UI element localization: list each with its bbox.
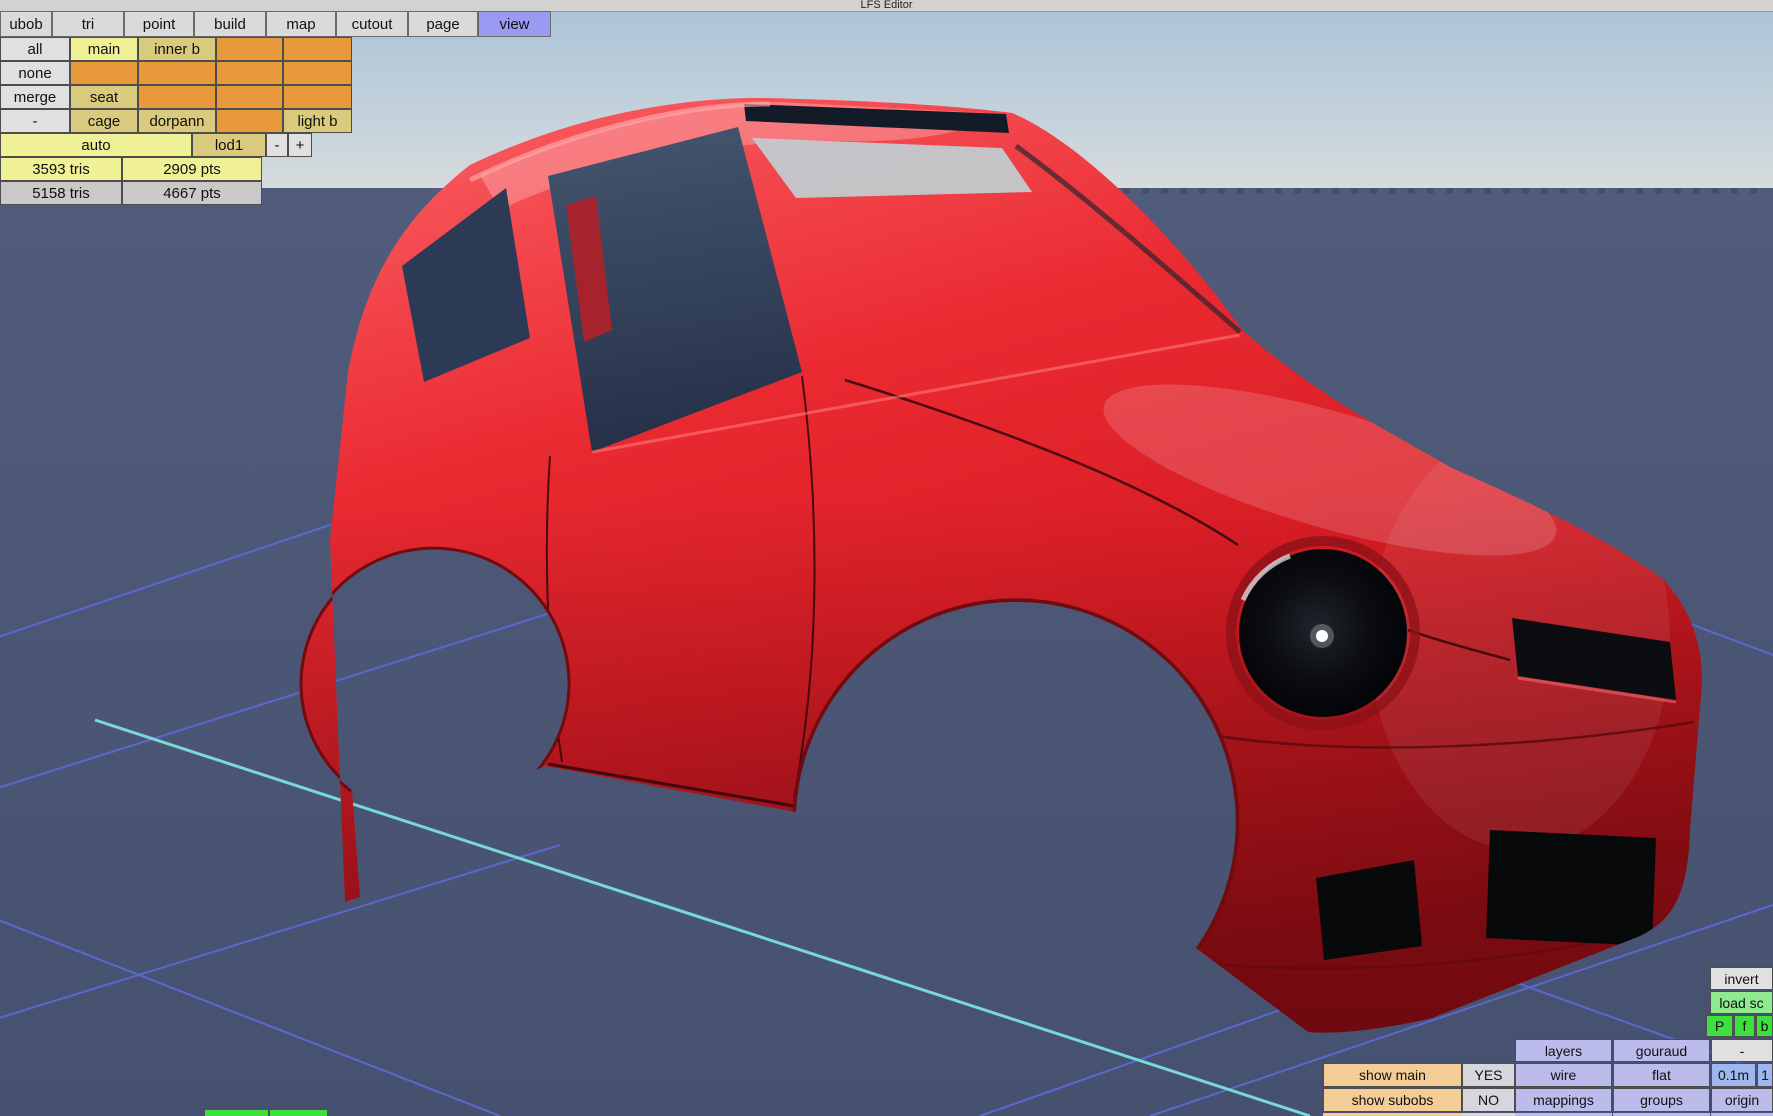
p-button[interactable]: P [1706, 1015, 1733, 1037]
menu-tab-map[interactable]: map [266, 11, 336, 37]
bumper-intake [1486, 830, 1656, 946]
sel-cell-empty[interactable] [216, 61, 283, 85]
sel-cell-empty[interactable] [283, 61, 352, 85]
sel-cell-empty[interactable] [216, 85, 283, 109]
show-main-toggle[interactable]: YES [1462, 1063, 1515, 1087]
sel-cell-empty[interactable] [283, 85, 352, 109]
sel-cell-empty[interactable] [70, 61, 138, 85]
sel-btn-seat[interactable]: seat [70, 85, 138, 109]
groups-button[interactable]: groups [1613, 1088, 1710, 1112]
show-subobs-label[interactable]: show subobs [1323, 1088, 1462, 1112]
window-title: LFS Editor [860, 0, 913, 11]
stats-total: 5158 tris 4667 pts [0, 181, 262, 205]
menu-tab-subob[interactable]: ubob [0, 11, 52, 37]
menu-tab-cutout[interactable]: cutout [336, 11, 408, 37]
lfs-editor-window: LFS Editor ubob tri point build map cuto… [0, 0, 1773, 1116]
grid-size-button[interactable]: 0.1m [1711, 1063, 1756, 1087]
sel-btn-all[interactable]: all [0, 37, 70, 61]
invert-button[interactable]: invert [1710, 967, 1773, 990]
lod1-button[interactable]: lod1 [192, 133, 266, 157]
sel-cell-empty[interactable] [216, 109, 283, 133]
menu-tab-view[interactable]: view [478, 11, 551, 37]
main-menu: ubob tri point build map cutout page vie… [0, 11, 551, 37]
grid-size-suffix[interactable]: 1 [1757, 1063, 1773, 1087]
sel-cell-empty[interactable] [283, 37, 352, 61]
show-main-label[interactable]: show main [1323, 1063, 1462, 1087]
partial-button [205, 1110, 268, 1116]
show-subobs-toggle[interactable]: NO [1462, 1088, 1515, 1112]
wire-button[interactable]: wire [1515, 1063, 1612, 1087]
sel-btn-main[interactable]: main [70, 37, 138, 61]
shading-minus-button[interactable]: - [1711, 1039, 1773, 1062]
lod-auto-button[interactable]: auto [0, 133, 192, 157]
flat-button[interactable]: flat [1613, 1063, 1710, 1087]
stat-current-tris: 3593 tris [0, 157, 122, 181]
sel-cell-empty[interactable] [216, 37, 283, 61]
lod-bar: auto lod1 - + [0, 133, 312, 157]
sel-cell-empty[interactable] [138, 61, 216, 85]
headlight-specular [1316, 630, 1328, 642]
origin-button[interactable]: origin [1711, 1088, 1773, 1112]
sel-btn-dorpann[interactable]: dorpann [138, 109, 216, 133]
sel-btn-cage[interactable]: cage [70, 109, 138, 133]
menu-tab-point[interactable]: point [124, 11, 194, 37]
menu-tab-build[interactable]: build [194, 11, 266, 37]
partial-button [270, 1110, 327, 1116]
subobject-panel: all main inner b none merge seat - cage … [0, 37, 352, 133]
gouraud-button[interactable]: gouraud [1613, 1039, 1710, 1062]
stat-total-points: 4667 pts [122, 181, 262, 205]
mappings-button[interactable]: mappings [1515, 1088, 1612, 1112]
menu-tab-page[interactable]: page [408, 11, 478, 37]
viewport-3d[interactable] [0, 0, 1773, 1116]
stat-current-points: 2909 pts [122, 157, 262, 181]
sel-cell-empty[interactable] [138, 85, 216, 109]
sel-btn-none[interactable]: none [0, 61, 70, 85]
b-button[interactable]: b [1756, 1015, 1773, 1037]
sel-btn-merge[interactable]: merge [0, 85, 70, 109]
menu-tab-tri[interactable]: tri [52, 11, 124, 37]
sel-btn-minus[interactable]: - [0, 109, 70, 133]
layers-button[interactable]: layers [1515, 1039, 1612, 1062]
load-script-button[interactable]: load sc [1710, 991, 1773, 1014]
sel-btn-inner-b[interactable]: inner b [138, 37, 216, 61]
lod-plus-button[interactable]: + [288, 133, 312, 157]
stat-total-tris: 5158 tris [0, 181, 122, 205]
stats-current: 3593 tris 2909 pts [0, 157, 262, 181]
sel-btn-light-b[interactable]: light b [283, 109, 352, 133]
lod-minus-button[interactable]: - [266, 133, 288, 157]
f-button[interactable]: f [1734, 1015, 1755, 1037]
